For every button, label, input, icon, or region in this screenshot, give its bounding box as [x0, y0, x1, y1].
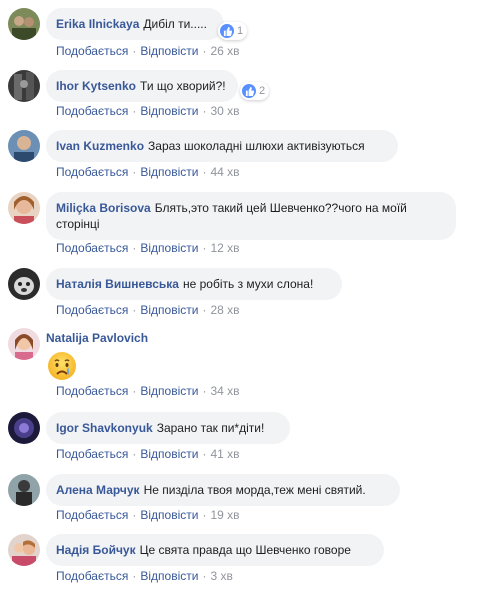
- comment-author[interactable]: Ivan Kuzmenko: [56, 139, 144, 153]
- timestamp[interactable]: 3 хв: [210, 569, 232, 583]
- timestamp[interactable]: 12 хв: [210, 241, 239, 255]
- thumbs-up-icon: [242, 84, 256, 98]
- reply-link[interactable]: Відповісти: [140, 104, 198, 118]
- comment-actions: Подобається · Відповісти · 28 хв: [56, 303, 240, 317]
- comment-author[interactable]: Erika Ilnickaya: [56, 17, 139, 31]
- reply-link[interactable]: Відповісти: [140, 384, 198, 398]
- comment-bubble: Ivan Kuzmenko Зараз шоколадні шлюхи актив…: [46, 130, 398, 162]
- comment-text: Ти що хворий?!: [140, 79, 226, 93]
- comment-author[interactable]: Igor Shavkonyuk: [56, 421, 153, 435]
- reply-link[interactable]: Відповісти: [140, 447, 198, 461]
- comment-text: Зараз шоколадні шлюхи активізуються: [148, 139, 365, 153]
- reply-link[interactable]: Відповісти: [140, 241, 198, 255]
- avatar[interactable]: [8, 328, 40, 360]
- avatar[interactable]: [8, 8, 40, 40]
- comment-bubble: Erika Ilnickaya Дибіл ти.....: [46, 8, 224, 40]
- timestamp[interactable]: 19 хв: [210, 508, 239, 522]
- avatar[interactable]: [8, 534, 40, 566]
- comment-text: Зарано так пи*діти!: [156, 421, 265, 435]
- comment-bubble: Ihor Kytsenko Ти що хворий?!: [46, 70, 238, 102]
- like-link[interactable]: Подобається: [56, 165, 128, 179]
- reply-link[interactable]: Відповісти: [140, 303, 198, 317]
- reply-link[interactable]: Відповісти: [140, 508, 198, 522]
- comment-author[interactable]: Natalija Pavlovich: [46, 330, 148, 346]
- like-link[interactable]: Подобається: [56, 241, 128, 255]
- timestamp[interactable]: 30 хв: [210, 104, 239, 118]
- like-link[interactable]: Подобається: [56, 104, 128, 118]
- like-link[interactable]: Подобається: [56, 508, 128, 522]
- comment-author[interactable]: Ihor Kytsenko: [56, 79, 136, 93]
- reply-link[interactable]: Відповісти: [140, 569, 198, 583]
- comment-text: не робіть з мухи слона!: [182, 277, 314, 291]
- avatar[interactable]: [8, 70, 40, 102]
- avatar[interactable]: [8, 412, 40, 444]
- comment-author[interactable]: Алена Марчук: [56, 483, 140, 497]
- avatar[interactable]: [8, 130, 40, 162]
- comment-actions: Подобається · Відповісти · 12 хв: [56, 241, 240, 255]
- comment-author[interactable]: Надія Бойчук: [56, 543, 136, 557]
- comment-bubble: Miliçka Borisova Блять,это такий цей Шевч…: [46, 192, 456, 240]
- avatar[interactable]: [8, 192, 40, 224]
- comment-author[interactable]: Miliçka Borisova: [56, 201, 151, 215]
- comment-bubble: Наталія Вишневська не робіть з мухи слона…: [46, 268, 342, 300]
- reply-link[interactable]: Відповісти: [140, 44, 198, 58]
- like-link[interactable]: Подобається: [56, 303, 128, 317]
- reaction-number: 2: [259, 85, 266, 97]
- avatar[interactable]: [8, 268, 40, 300]
- comment-text: Це свята правда що Шевченко говоре: [139, 543, 351, 557]
- like-link[interactable]: Подобається: [56, 44, 128, 58]
- comment-author[interactable]: Наталія Вишневська: [56, 277, 179, 291]
- thumbs-up-icon: [220, 24, 234, 38]
- comment-bubble: Igor Shavkonyuk Зарано так пи*діти!: [46, 412, 290, 444]
- timestamp[interactable]: 41 хв: [210, 447, 239, 461]
- comment-actions: Подобається · Відповісти · 44 хв: [56, 165, 240, 179]
- comment-bubble: Алена Марчук Не пизділа твоя морда,теж ме…: [46, 474, 400, 506]
- comment-actions: Подобається · Відповісти · 30 хв: [56, 104, 240, 118]
- timestamp[interactable]: 26 хв: [210, 44, 239, 58]
- avatar[interactable]: [8, 474, 40, 506]
- comment-bubble: Надія Бойчук Це свята правда що Шевченко …: [46, 534, 384, 566]
- reply-link[interactable]: Відповісти: [140, 165, 198, 179]
- comment-text: Дибіл ти.....: [143, 17, 207, 31]
- like-link[interactable]: Подобається: [56, 447, 128, 461]
- comment-actions: Подобається · Відповісти · 41 хв: [56, 447, 240, 461]
- timestamp[interactable]: 28 хв: [210, 303, 239, 317]
- reaction-count[interactable]: 2: [240, 82, 270, 100]
- timestamp[interactable]: 34 хв: [210, 384, 239, 398]
- comment-actions: Подобається · Відповісти · 26 хв: [56, 44, 240, 58]
- comment-actions: Подобається · Відповісти · 3 хв: [56, 569, 233, 583]
- like-link[interactable]: Подобається: [56, 384, 128, 398]
- comment-text: Блять,это такий цей Шевченко??чого на мо…: [154, 201, 407, 215]
- timestamp[interactable]: 44 хв: [210, 165, 239, 179]
- reaction-count[interactable]: 1: [218, 22, 248, 40]
- reaction-number: 1: [237, 25, 244, 37]
- like-link[interactable]: Подобається: [56, 569, 128, 583]
- crying-face-icon: [46, 350, 78, 382]
- comment-text-continued: сторінці: [56, 217, 100, 231]
- comment-actions: Подобається · Відповісти · 19 хв: [56, 508, 240, 522]
- comment-actions: Подобається · Відповісти · 34 хв: [56, 384, 240, 398]
- comment-text: Не пизділа твоя морда,теж мені святий.: [143, 483, 366, 497]
